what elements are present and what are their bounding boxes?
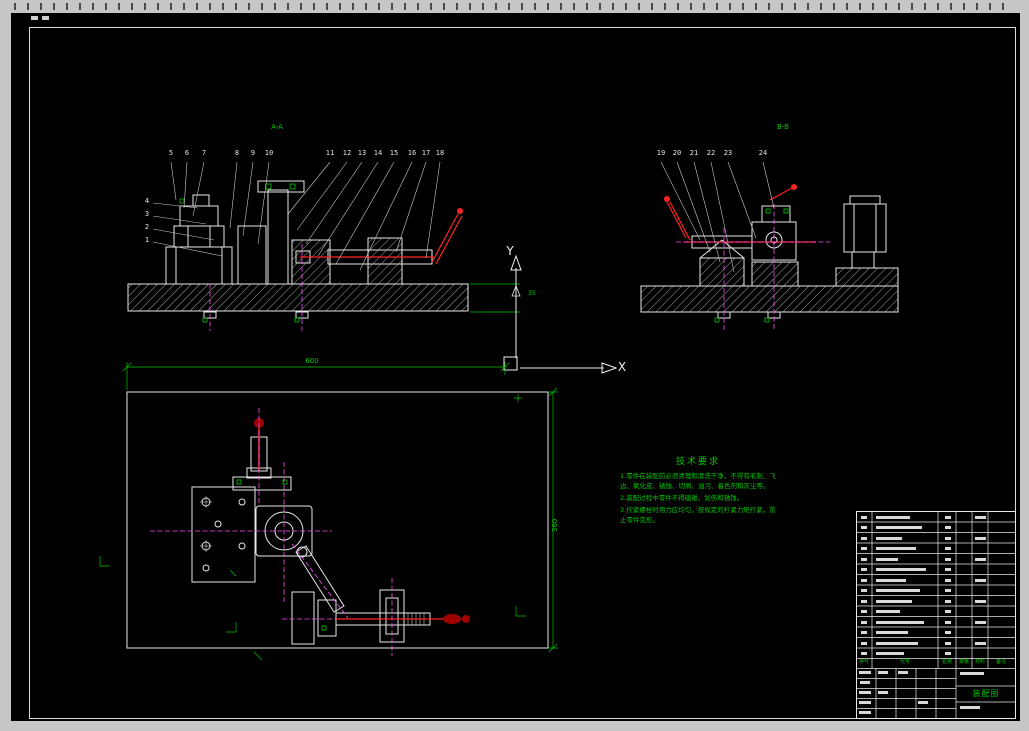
cad-window: 5 6 7 8 9 10 11 12 13 14 15 16 17 18 4 3… — [0, 0, 1029, 731]
dimension-label: 35 — [528, 290, 536, 297]
part-callout: 16 — [407, 149, 417, 157]
part-callout: 4 — [144, 197, 150, 205]
bom-header: 名称 — [941, 659, 953, 665]
drawing-linework — [29, 16, 1016, 719]
part-callout: 14 — [373, 149, 383, 157]
dimension-label: 600 — [305, 357, 319, 365]
bom-header: 材料 — [974, 659, 986, 665]
section-label: B-B — [777, 123, 789, 131]
axis-label-x: X — [617, 360, 627, 374]
part-callout: 23 — [723, 149, 733, 157]
bom-header: 数量 — [958, 659, 970, 665]
part-callout: 9 — [250, 149, 256, 157]
axis-label-y: Y — [506, 244, 514, 258]
part-callout: 5 — [168, 149, 174, 157]
part-callout: 20 — [672, 149, 682, 157]
part-callout: 7 — [201, 149, 207, 157]
part-callout: 10 — [264, 149, 274, 157]
front-view — [127, 161, 521, 331]
tech-requirements-line: 3.拧紧螺栓时用力应均匀，按规定的拧紧力矩拧紧，防止零件变形。 — [620, 506, 776, 525]
part-callout: 18 — [435, 149, 445, 157]
part-callout: 15 — [389, 149, 399, 157]
part-callout: 13 — [357, 149, 367, 157]
bom-text-marks — [859, 516, 986, 714]
plan-view — [99, 362, 558, 661]
dimension-label: 360 — [551, 518, 559, 532]
part-callout: 24 — [758, 149, 768, 157]
part-callout: 6 — [184, 149, 190, 157]
bom-header: 代号 — [899, 659, 911, 665]
side-view — [640, 161, 899, 330]
tech-requirements-line: 2.装配过程中零件不得磕碰、划伤和锈蚀。 — [620, 494, 744, 503]
tech-requirements-line: 1.零件在装配前必须清理和清洗干净，不得有毛刺、飞边、氧化皮、锈蚀、切屑、油污、… — [620, 472, 776, 491]
part-callout: 17 — [421, 149, 431, 157]
bom-header: 备注 — [995, 659, 1007, 665]
part-callout: 8 — [234, 149, 240, 157]
part-callout: 11 — [325, 149, 335, 157]
axes — [503, 254, 618, 374]
part-callout: 21 — [689, 149, 699, 157]
section-label: A-A — [271, 123, 283, 131]
part-callout: 12 — [342, 149, 352, 157]
drawing-name: 装配图 — [972, 689, 1000, 698]
bom-header: 序号 — [858, 659, 870, 665]
part-callout: 1 — [144, 236, 150, 244]
part-callout: 19 — [656, 149, 666, 157]
part-callout: 3 — [144, 210, 150, 218]
tech-requirements-title: 技术要求 — [675, 457, 720, 467]
tech-requirements: 技术要求 1.零件在装配前必须清理和清洗干净，不得有毛刺、飞边、氧化皮、锈蚀、切… — [620, 454, 776, 527]
title-block — [856, 511, 1016, 719]
part-callout: 22 — [706, 149, 716, 157]
part-callout: 2 — [144, 223, 150, 231]
